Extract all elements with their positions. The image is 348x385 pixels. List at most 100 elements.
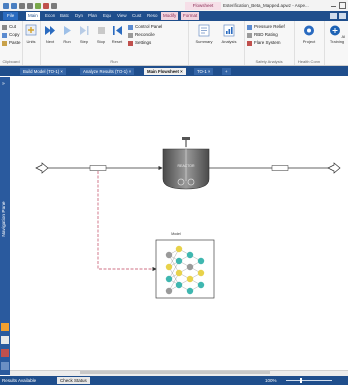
minimize-icon[interactable] [331, 6, 336, 7]
pressure-relief-icon [247, 24, 252, 30]
ai-model-label: Model [171, 232, 181, 236]
analysis-icon [223, 24, 235, 37]
tab-resources[interactable]: Reso [145, 12, 160, 20]
pressure-relief-button[interactable]: Pressure Relief [247, 24, 285, 30]
next-icon [45, 26, 55, 35]
doc-tab-analyze-results[interactable]: Analyze Results (TO-1) × [80, 68, 135, 75]
safety-group-label: Safety Analysis [255, 59, 283, 64]
next-button[interactable]: Next [42, 24, 58, 44]
tab-main[interactable]: Main [26, 12, 40, 20]
nav-expand-icon[interactable]: » [2, 81, 5, 87]
stop-icon [98, 27, 105, 34]
control-panel-icon [128, 24, 133, 30]
product-stream-label-box[interactable] [271, 165, 289, 171]
tab-economics[interactable]: Econ [43, 12, 57, 20]
tab-file[interactable]: File [3, 12, 19, 20]
ai-model-block[interactable]: Model [155, 232, 215, 299]
nav-flowsheet-icon[interactable] [1, 336, 9, 344]
search-icon[interactable] [330, 13, 337, 19]
horizontal-scroll-thumb[interactable] [80, 371, 270, 374]
ribbon-right-icons [330, 12, 346, 20]
clipboard-group: Cut Copy Paste Clipboard [0, 21, 23, 65]
stop-button[interactable]: Stop [93, 24, 109, 44]
ribbon: Cut Copy Paste Clipboard Units Next Run … [0, 21, 348, 66]
navigation-pane-label: Navigation Pane [2, 201, 7, 237]
qat-more-icon[interactable] [51, 2, 57, 9]
units-icon [25, 24, 37, 36]
reset-button[interactable]: Reset [109, 24, 125, 44]
run-icon[interactable] [35, 2, 41, 9]
stop-icon[interactable] [43, 2, 49, 9]
paste-icon [2, 40, 7, 46]
tab-batch[interactable]: Batc [58, 12, 71, 20]
tab-dynamics[interactable]: Dyn [73, 12, 85, 20]
reactor-block[interactable]: REACTOR [162, 137, 210, 190]
cut-icon [2, 24, 7, 30]
copy-button[interactable]: Copy [2, 32, 20, 38]
paste-button[interactable]: Paste [2, 40, 21, 46]
status-message: Results Available [2, 378, 37, 383]
rbd-rating-button[interactable]: RBD Rating [247, 32, 278, 38]
tab-equation[interactable]: Equ [101, 12, 113, 20]
project-group-label: Health Conn [297, 59, 321, 64]
project-group: Project Health Conn [294, 21, 325, 65]
flare-system-button[interactable]: Flare System [247, 40, 281, 46]
tab-format[interactable]: Format [181, 12, 200, 20]
units-button[interactable]: Units [23, 24, 39, 44]
product-stream[interactable] [209, 162, 341, 174]
run-button[interactable]: Run [59, 24, 75, 44]
step-button[interactable]: Step [76, 24, 92, 44]
nav-model-icon[interactable] [1, 323, 9, 331]
ai-training-button[interactable]: AI Training [328, 24, 346, 44]
redo-icon[interactable] [27, 2, 33, 9]
project-button[interactable]: Project [298, 24, 320, 44]
zoom-slider-knob[interactable] [300, 378, 302, 383]
units-group: Units [22, 21, 41, 65]
maximize-icon[interactable] [339, 2, 346, 9]
doc-tab-main-flowsheet[interactable]: Main Flowsheet × [144, 68, 186, 75]
summary-icon [198, 24, 210, 37]
help-icon[interactable] [339, 13, 346, 19]
reset-icon [113, 26, 122, 35]
cut-button[interactable]: Cut [2, 24, 16, 30]
reactor-label: REACTOR [177, 164, 195, 168]
tab-customize[interactable]: Cust [130, 12, 143, 20]
summary-button[interactable]: Summary [194, 24, 214, 44]
step-icon [80, 26, 89, 35]
product-arrow-icon [327, 162, 341, 174]
flare-system-icon [247, 40, 252, 46]
flowsheet-drawing: REACTOR Model [35, 137, 341, 299]
settings-button[interactable]: Settings [128, 40, 151, 46]
feed-stream[interactable] [35, 162, 163, 174]
save-icon[interactable] [11, 2, 17, 9]
summary-group: Summary Analysis [188, 21, 245, 65]
zoom-level: 100% [265, 378, 277, 383]
project-icon [304, 25, 314, 36]
model-signal-line [97, 171, 157, 272]
reconcile-icon [128, 32, 133, 38]
window-controls [324, 1, 348, 10]
tab-view[interactable]: View [115, 12, 129, 20]
tab-plant[interactable]: Plan [86, 12, 99, 20]
window-title: Esterification_Beta_Mapped.apwz - Aspe..… [223, 3, 309, 8]
analysis-button[interactable]: Analysis [218, 24, 240, 44]
nav-tools-icon[interactable] [1, 362, 9, 370]
tab-modify[interactable]: Modify [161, 12, 179, 20]
reconcile-button[interactable]: Reconcile [128, 32, 155, 38]
check-status-button[interactable]: Check Status [57, 377, 90, 384]
undo-icon[interactable] [19, 2, 25, 9]
status-bar: Results Available Check Status 100% [0, 376, 348, 385]
clipboard-group-label: Clipboard [2, 59, 20, 64]
control-panel-button[interactable]: Control Panel [128, 24, 162, 30]
doc-tab-build-model[interactable]: Build Model (TO-1) × [20, 68, 66, 75]
doc-tab-to1[interactable]: TO-1 × [194, 68, 214, 75]
run-group: Next Run Step Stop Reset Control Panel R… [40, 21, 189, 65]
zoom-slider[interactable] [286, 380, 332, 381]
ai-training-icon [329, 25, 340, 36]
feed-stream-label-box[interactable] [89, 165, 107, 171]
doc-tab-add[interactable]: + [222, 68, 231, 75]
app-icon[interactable] [3, 2, 9, 9]
ribbon-tab-row: File Main Econ Batc Dyn Plan Equ View Cu… [0, 11, 348, 21]
flowsheet-canvas[interactable]: REACTOR Model [10, 77, 348, 370]
nav-results-icon[interactable] [1, 349, 9, 357]
